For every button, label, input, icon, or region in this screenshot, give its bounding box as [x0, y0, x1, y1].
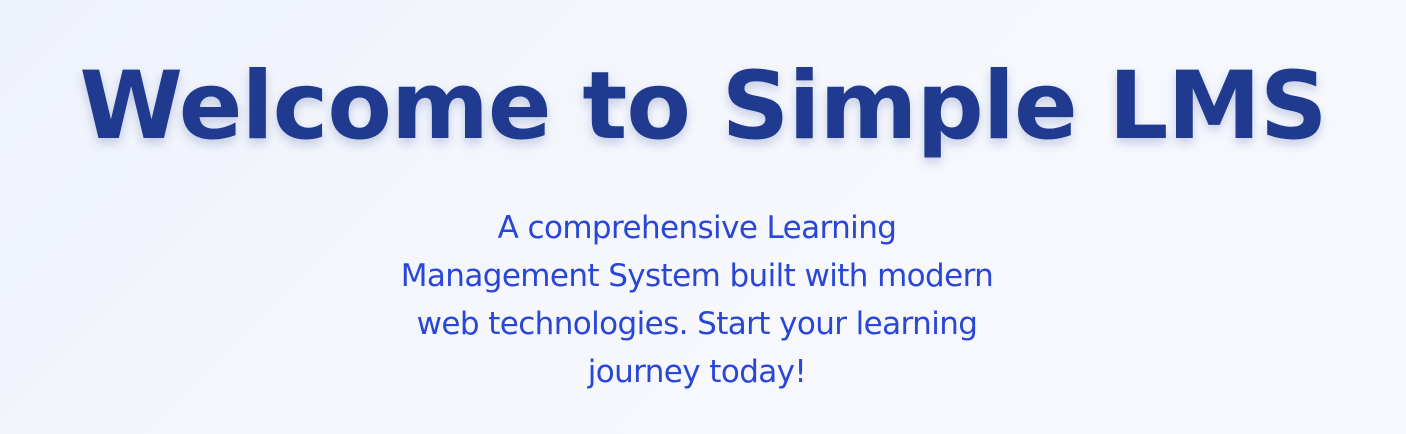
- hero-subtitle: A comprehensive Learning Management Syst…: [400, 210, 994, 390]
- hero-title: Welcome to Simple LMS: [79, 52, 1327, 161]
- hero-section: Welcome to Simple LMS A comprehensive Le…: [0, 0, 1406, 434]
